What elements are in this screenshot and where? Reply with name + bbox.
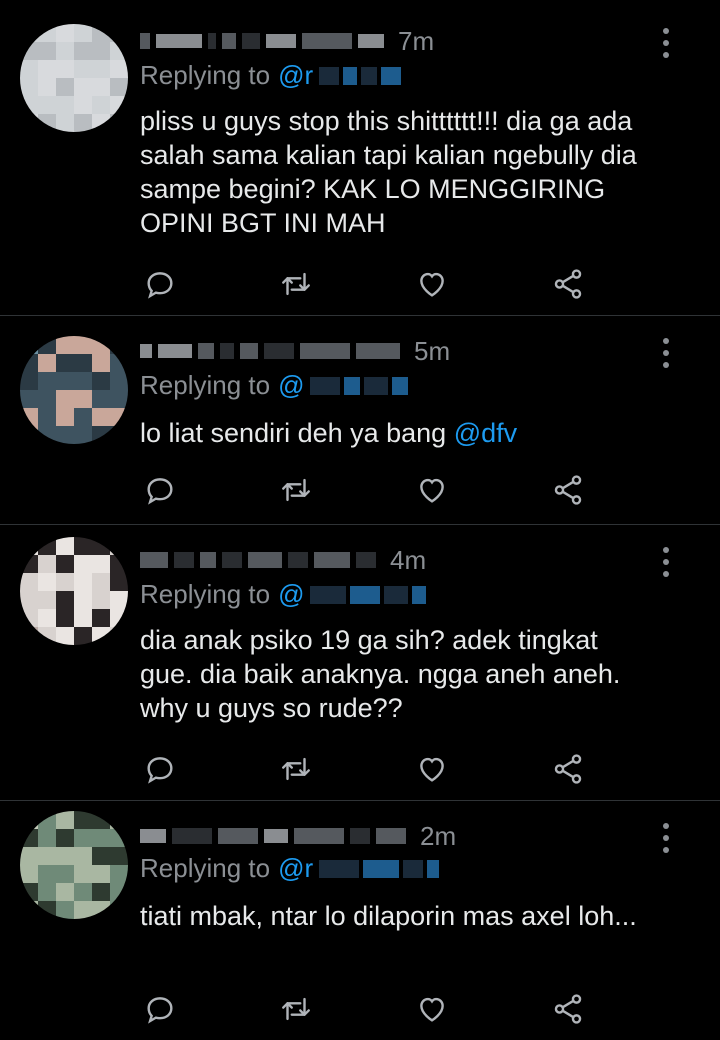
blurred-handle[interactable]: [310, 376, 409, 395]
blurred-username[interactable]: [140, 29, 384, 53]
retweet-button[interactable]: [276, 749, 316, 789]
reply-tweet[interactable]: 7m Replying to @r pliss u guys stop this…: [0, 0, 720, 316]
avatar[interactable]: [20, 336, 128, 444]
reply-handle[interactable]: @r: [278, 853, 313, 884]
blurred-handle[interactable]: [319, 66, 402, 85]
action-bar: [140, 470, 600, 510]
retweet-button[interactable]: [276, 264, 316, 304]
reply-icon: [147, 997, 173, 1024]
reply-button[interactable]: [140, 989, 180, 1029]
like-button[interactable]: [412, 749, 452, 789]
blurred-handle[interactable]: [319, 859, 440, 878]
heart-icon: [420, 478, 444, 503]
replying-to: Replying to @: [140, 370, 409, 401]
reply-handle[interactable]: @: [278, 370, 304, 401]
replying-label: Replying to: [140, 853, 271, 883]
share-button[interactable]: [548, 264, 588, 304]
retweet-icon: [282, 997, 310, 1021]
tweet-text: lo liat sendiri deh ya bang @dfv: [140, 416, 650, 450]
retweet-button[interactable]: [276, 470, 316, 510]
reply-icon: [147, 757, 173, 784]
retweet-icon: [282, 478, 310, 502]
like-button[interactable]: [412, 470, 452, 510]
replying-label: Replying to: [140, 60, 271, 90]
action-bar: [140, 749, 600, 789]
avatar[interactable]: [20, 24, 128, 132]
tweet-text-content: dia anak psiko 19 ga sih? adek tingkat g…: [140, 625, 621, 723]
avatar[interactable]: [20, 537, 128, 645]
like-button[interactable]: [412, 264, 452, 304]
blurred-username[interactable]: [140, 548, 376, 572]
share-icon: [554, 754, 582, 784]
share-icon: [554, 269, 582, 299]
heart-icon: [420, 272, 444, 297]
retweet-icon: [282, 757, 310, 781]
blurred-handle[interactable]: [310, 585, 427, 604]
avatar[interactable]: [20, 811, 128, 919]
tweet-header: 5m: [140, 334, 650, 368]
reply-handle[interactable]: @: [278, 579, 304, 610]
action-bar: [140, 264, 600, 304]
heart-icon: [420, 757, 444, 782]
retweet-icon: [282, 272, 310, 296]
reply-tweet[interactable]: 5m Replying to @ lo liat sendiri deh ya …: [0, 316, 720, 525]
tweet-header: 2m: [140, 819, 650, 853]
retweet-button[interactable]: [276, 989, 316, 1029]
more-vertical-icon[interactable]: [656, 823, 676, 853]
like-button[interactable]: [412, 989, 452, 1029]
reply-button[interactable]: [140, 470, 180, 510]
replying-label: Replying to: [140, 370, 271, 400]
tweet-time[interactable]: 2m: [420, 821, 456, 852]
tweet-time[interactable]: 7m: [398, 26, 434, 57]
mention-link[interactable]: @dfv: [454, 418, 517, 448]
reply-tweet[interactable]: 4m Replying to @ dia anak psiko 19 ga si…: [0, 525, 720, 801]
action-bar: [140, 989, 600, 1029]
tweet-text: tiati mbak, ntar lo dilaporin mas axel l…: [140, 899, 650, 933]
share-button[interactable]: [548, 989, 588, 1029]
share-button[interactable]: [548, 749, 588, 789]
reply-icon: [147, 478, 173, 505]
blurred-username[interactable]: [140, 339, 400, 363]
reply-icon: [147, 272, 173, 299]
replying-label: Replying to: [140, 579, 271, 609]
replying-to: Replying to @: [140, 579, 427, 610]
blurred-username[interactable]: [140, 824, 406, 848]
tweet-text: dia anak psiko 19 ga sih? adek tingkat g…: [140, 623, 650, 725]
reply-tweet[interactable]: 2m Replying to @r tiati mbak, ntar lo di…: [0, 801, 720, 1040]
more-vertical-icon[interactable]: [656, 338, 676, 368]
tweet-text: pliss u guys stop this shitttttt!!! dia …: [140, 104, 650, 240]
share-button[interactable]: [548, 470, 588, 510]
reply-button[interactable]: [140, 264, 180, 304]
replying-to: Replying to @r: [140, 853, 440, 884]
tweet-header: 4m: [140, 543, 650, 577]
heart-icon: [420, 997, 444, 1022]
replying-to: Replying to @r: [140, 60, 402, 91]
share-icon: [554, 475, 582, 505]
reply-handle[interactable]: @r: [278, 60, 313, 91]
tweet-time[interactable]: 5m: [414, 336, 450, 367]
tweet-text-content: pliss u guys stop this shitttttt!!! dia …: [140, 106, 637, 238]
tweet-text-content: lo liat sendiri deh ya bang: [140, 418, 454, 448]
reply-button[interactable]: [140, 749, 180, 789]
share-icon: [554, 994, 582, 1024]
tweet-time[interactable]: 4m: [390, 545, 426, 576]
tweet-text-content: tiati mbak, ntar lo dilaporin mas axel l…: [140, 901, 637, 931]
more-vertical-icon[interactable]: [656, 547, 676, 577]
tweet-header: 7m: [140, 24, 650, 58]
more-vertical-icon[interactable]: [656, 28, 676, 58]
